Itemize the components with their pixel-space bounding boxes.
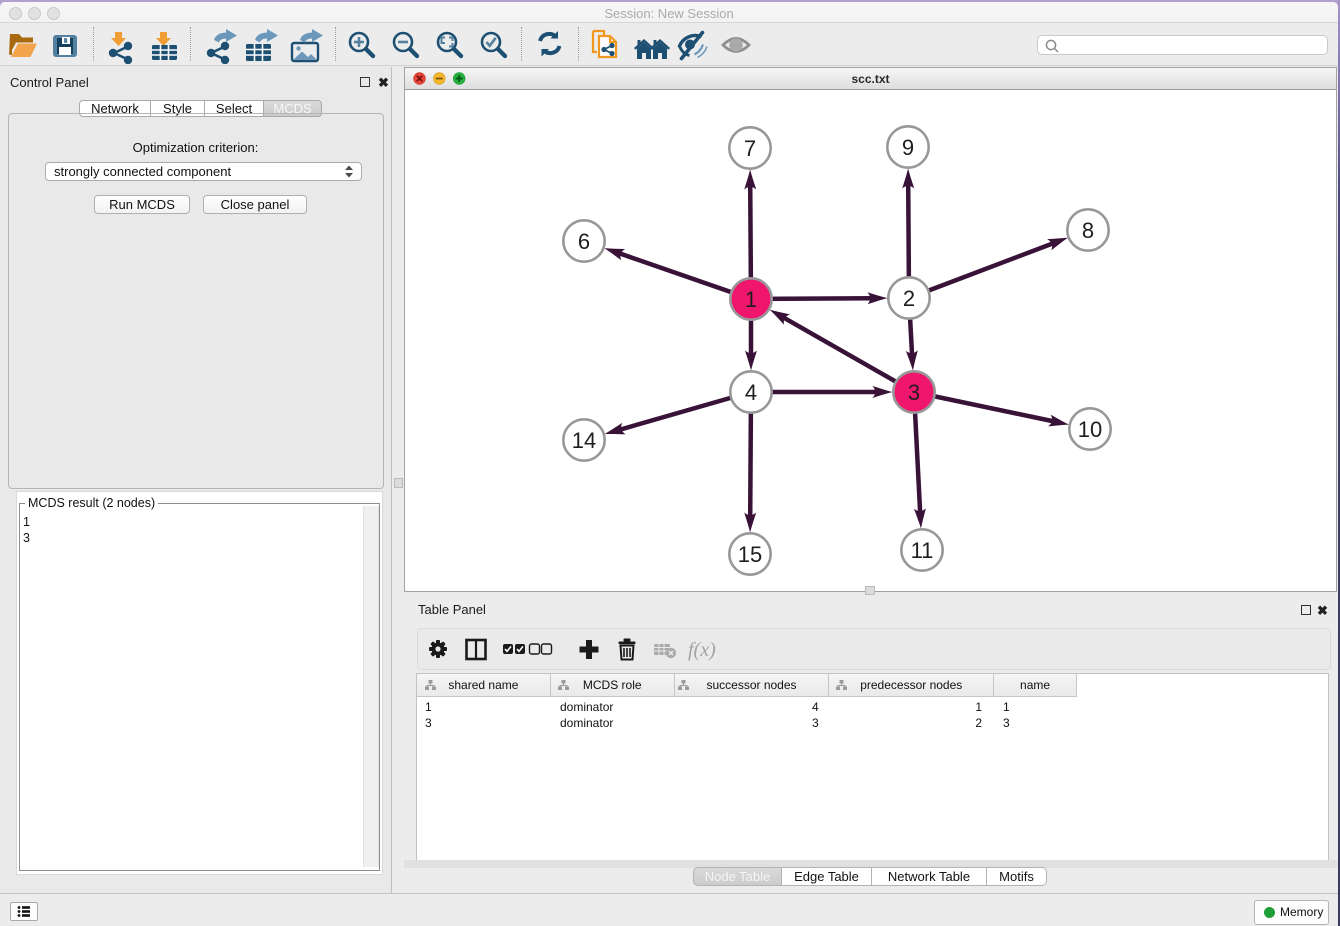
svg-text:7: 7 — [744, 136, 756, 161]
svg-text:f(x): f(x) — [688, 639, 716, 661]
svg-text:1: 1 — [745, 287, 757, 312]
svg-text:10: 10 — [1078, 417, 1102, 442]
svg-text:15: 15 — [738, 542, 762, 567]
svg-text:3: 3 — [908, 380, 920, 405]
svg-text:6: 6 — [578, 229, 590, 254]
svg-text:9: 9 — [902, 135, 914, 160]
svg-text:8: 8 — [1082, 218, 1094, 243]
svg-text:2: 2 — [903, 286, 915, 311]
svg-text:11: 11 — [911, 538, 934, 563]
svg-text:14: 14 — [572, 428, 596, 453]
svg-text:4: 4 — [745, 380, 757, 405]
